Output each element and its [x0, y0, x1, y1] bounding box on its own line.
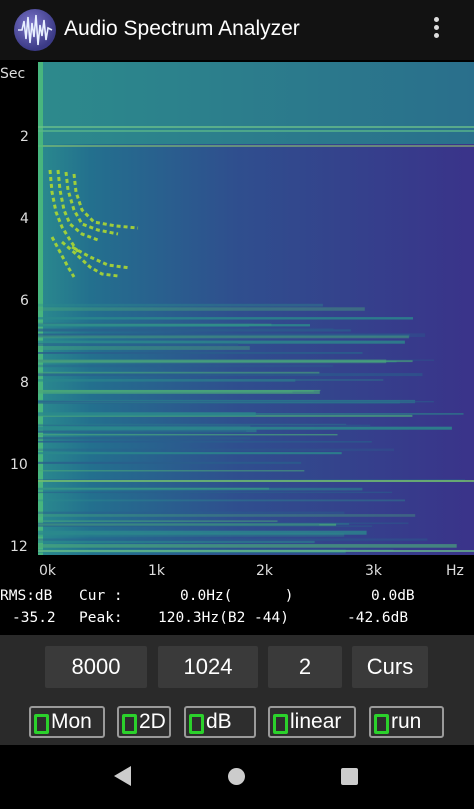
- spectrogram-band: [38, 491, 393, 494]
- control-panel: 8000 1024 2 Curs Mon 2D dB linear run: [0, 635, 474, 745]
- toggle-label: Mon: [51, 710, 92, 733]
- spectrogram-band: [38, 412, 256, 416]
- x-tick-label: 2k: [256, 563, 274, 579]
- measurement-readout: RMS:dB -35.2 Cur : 0.0Hz( ) 0.0dB Peak: …: [0, 585, 474, 635]
- cursor-mode-button[interactable]: Curs: [352, 646, 428, 688]
- spectrogram-band: [38, 335, 409, 339]
- cursor-label: Cur :: [79, 588, 123, 604]
- spectrogram-band: [38, 303, 323, 307]
- spectrogram-band: [38, 371, 320, 374]
- peak-label: Peak:: [79, 610, 123, 626]
- spectrogram-band: [38, 470, 305, 472]
- rms-value: -35.2: [12, 610, 56, 626]
- linear-toggle[interactable]: linear: [268, 706, 356, 738]
- y-tick-label: 6: [20, 293, 29, 309]
- x-tick-label: 3k: [365, 563, 383, 579]
- recents-square-icon[interactable]: [341, 768, 358, 785]
- spectrogram-band: [38, 307, 365, 311]
- spectrogram-band: [38, 328, 334, 330]
- toggle-indicator-icon: [122, 714, 137, 734]
- spectrogram-band: [38, 538, 428, 541]
- y-tick-label: 12: [10, 539, 28, 555]
- peak-frequency: 120.3Hz(B2 -44): [158, 610, 289, 626]
- spectrogram-band: [38, 346, 250, 350]
- system-nav-bar: [0, 745, 474, 809]
- spectrogram-band: [38, 426, 452, 430]
- fft-size-button[interactable]: 1024: [158, 646, 258, 688]
- spectrogram-band: [38, 480, 474, 482]
- spectrogram-band: [38, 359, 387, 364]
- spectrogram-band: [38, 520, 278, 522]
- toggle-label: dB: [206, 710, 232, 733]
- toggle-indicator-icon: [189, 714, 204, 734]
- spectrogram-band: [38, 437, 251, 440]
- y-tick-label: 8: [20, 375, 29, 391]
- spectrogram-band: [38, 423, 347, 425]
- spectrogram-band: [38, 343, 239, 346]
- spectrogram-band: [38, 514, 416, 517]
- overflow-menu-icon[interactable]: [426, 14, 446, 46]
- x-tick-label: 1k: [148, 563, 166, 579]
- waveform-logo-icon: [14, 9, 56, 51]
- spectrogram-band: [38, 441, 372, 443]
- spectrogram-band: [38, 522, 409, 524]
- spectrogram-band: [38, 533, 345, 537]
- toggle-indicator-icon: [34, 714, 49, 734]
- spectrogram-band: [38, 324, 310, 327]
- spectrogram-band: [38, 544, 457, 548]
- back-triangle-icon[interactable]: [114, 766, 131, 786]
- toggle-indicator-icon: [273, 714, 288, 734]
- y-tick-label: 10: [10, 457, 28, 473]
- spectrogram-band: [38, 126, 474, 128]
- x-axis-unit: Hz: [446, 563, 464, 579]
- cursor-frequency: 0.0Hz( ): [180, 588, 294, 604]
- x-tick-label: 0k: [39, 563, 57, 579]
- toggle-label: linear: [290, 710, 342, 733]
- y-axis-unit: Sec: [0, 66, 26, 82]
- toggle-indicator-icon: [374, 714, 389, 734]
- spectrogram-band: [38, 317, 413, 320]
- spectrogram-band: [38, 499, 405, 502]
- spectrogram-band: [38, 487, 363, 491]
- peak-db: -42.6dB: [347, 610, 409, 626]
- cursor-db: 0.0dB: [371, 588, 415, 604]
- run-toggle[interactable]: run: [369, 706, 444, 738]
- spectrogram-band: [38, 352, 363, 354]
- spectrogram-band: [38, 390, 320, 394]
- spectrogram-band: [38, 524, 320, 526]
- spectrogram-band: [38, 434, 338, 436]
- spectrogram-band: [38, 461, 302, 464]
- spectrogram-canvas[interactable]: [38, 62, 474, 555]
- average-button[interactable]: 2: [268, 646, 342, 688]
- spectrogram-band: [38, 511, 345, 514]
- sample-rate-button[interactable]: 8000: [45, 646, 147, 688]
- spectrogram-band: [38, 550, 474, 552]
- spectrogram-band: [38, 364, 333, 368]
- monitor-toggle[interactable]: Mon: [29, 706, 105, 738]
- spectrogram-band: [38, 130, 474, 132]
- y-tick-label: 4: [20, 211, 29, 227]
- spectrogram-band: [38, 430, 247, 433]
- app-title: Audio Spectrum Analyzer: [64, 17, 300, 40]
- home-circle-icon[interactable]: [228, 768, 245, 785]
- spectrogram-band: [38, 373, 423, 377]
- toggle-label: run: [391, 710, 422, 733]
- 2d-toggle[interactable]: 2D: [117, 706, 171, 738]
- spectrogram-band: [38, 400, 434, 403]
- rms-label: RMS:dB: [0, 588, 53, 604]
- spectrogram-band: [38, 540, 315, 544]
- spectrogram-band: [38, 448, 394, 452]
- app-bar: Audio Spectrum Analyzer: [0, 0, 474, 60]
- toggle-label: 2D: [139, 710, 166, 733]
- spectrogram-band: [38, 452, 342, 455]
- y-tick-label: 2: [20, 129, 29, 145]
- spectrogram-band: [38, 379, 384, 381]
- db-toggle[interactable]: dB: [184, 706, 256, 738]
